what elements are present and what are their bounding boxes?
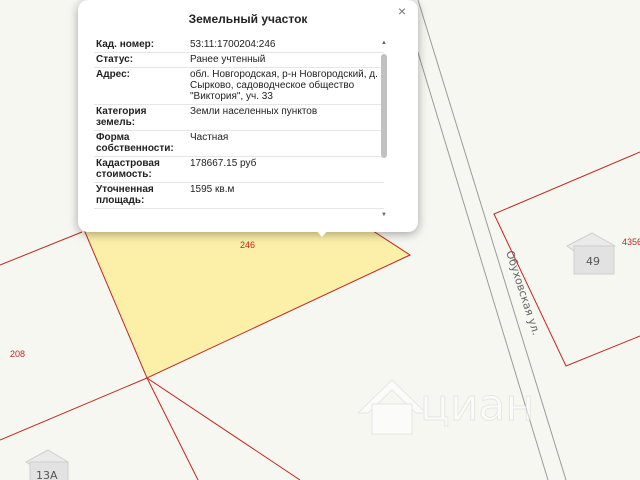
attr-label: Форма собственности:: [94, 130, 184, 157]
attr-value: 1595 кв.м: [184, 182, 384, 209]
table-row: Кадастровая стоимость: 178667.15 руб: [94, 156, 384, 183]
table-row: Кад. номер: 53:11:1700204:246: [94, 38, 384, 53]
building-number-bottom-left: 13А: [36, 469, 58, 480]
scroll-up-icon[interactable]: ▲: [380, 40, 388, 46]
watermark-logo: циан: [356, 379, 535, 435]
attr-label: Кадастровая стоимость:: [94, 156, 184, 183]
close-icon[interactable]: ×: [398, 4, 406, 18]
attr-value: обл. Новгородская, р-н Новгородский, д. …: [184, 67, 384, 105]
attr-value: 53:11:1700204:246: [184, 38, 384, 53]
attr-label: Уточненная площадь:: [94, 182, 184, 209]
popup-title: Земельный участок: [188, 12, 308, 26]
attr-value: Ранее учтенный: [184, 52, 384, 68]
parcel-label-left: 208: [10, 349, 25, 359]
parcel-info-popup: Земельный участок × Кад. номер: 53:11:17…: [78, 0, 418, 237]
attr-value: Частная: [184, 130, 384, 157]
parcel-label-right: 4356: [622, 237, 640, 247]
attr-label: Категория земель:: [94, 104, 184, 131]
table-row: Категория земель: Земли населенных пункт…: [94, 104, 384, 131]
scroll-down-icon[interactable]: ▼: [380, 212, 388, 218]
attr-value: Земли населенных пунктов: [184, 104, 384, 131]
attr-label: Статус:: [94, 52, 184, 68]
attr-label: Кад. номер:: [94, 38, 184, 53]
table-row: Уточненная площадь: 1595 кв.м: [94, 182, 384, 209]
table-row: Адрес: обл. Новгородская, р-н Новгородск…: [94, 67, 384, 105]
building-number-right: 49: [586, 255, 600, 268]
parcel-label-selected: 246: [240, 240, 255, 250]
table-row: Статус: Ранее учтенный: [94, 52, 384, 68]
watermark-text: циан: [420, 380, 534, 431]
table-row: Форма собственности: Частная: [94, 130, 384, 157]
popup-scrollbar[interactable]: ▲ ▼: [380, 40, 388, 218]
attr-label: Адрес:: [94, 67, 184, 105]
attr-value: 178667.15 руб: [184, 156, 384, 183]
parcel-attributes-table: Кад. номер: 53:11:1700204:246 Статус: Ра…: [94, 38, 384, 209]
popup-pointer: [314, 228, 330, 237]
scroll-thumb[interactable]: [381, 54, 387, 158]
